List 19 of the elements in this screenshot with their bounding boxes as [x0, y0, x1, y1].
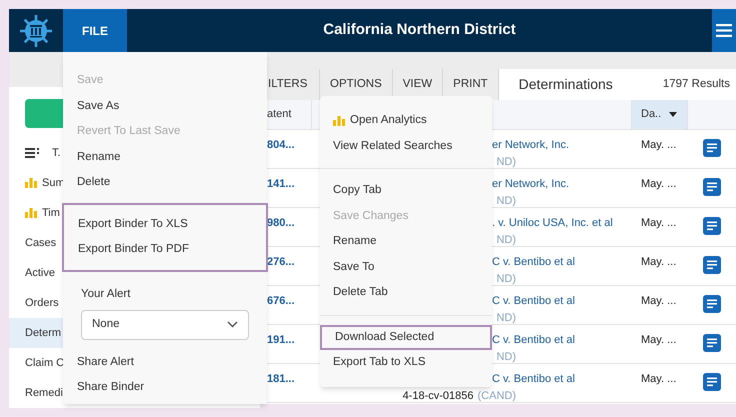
court-code: ND): [496, 154, 516, 170]
court-code: ND): [496, 194, 516, 208]
docket-number: 4-18-cv-01856: [402, 388, 474, 404]
alert-label: Your Alert: [81, 286, 132, 302]
date-cell: May. ...: [641, 295, 676, 307]
court-code: (CAND): [478, 388, 516, 404]
date-cell: May. ...: [641, 217, 676, 229]
date-cell: May. ...: [641, 256, 676, 268]
results-count: 1797 Results: [662, 76, 730, 92]
view-title: Determinations: [518, 75, 613, 94]
date-cell: May. ...: [641, 178, 676, 190]
page-title: California Northern District: [323, 20, 516, 40]
court-code: ND): [496, 350, 516, 364]
date-cell: May. ...: [641, 139, 676, 151]
date-cell: May. ...: [641, 373, 676, 385]
court-code: ND): [496, 272, 516, 286]
court-code: ND): [496, 310, 516, 326]
court-code: ND): [496, 232, 516, 248]
date-cell: May. ...: [641, 334, 676, 346]
